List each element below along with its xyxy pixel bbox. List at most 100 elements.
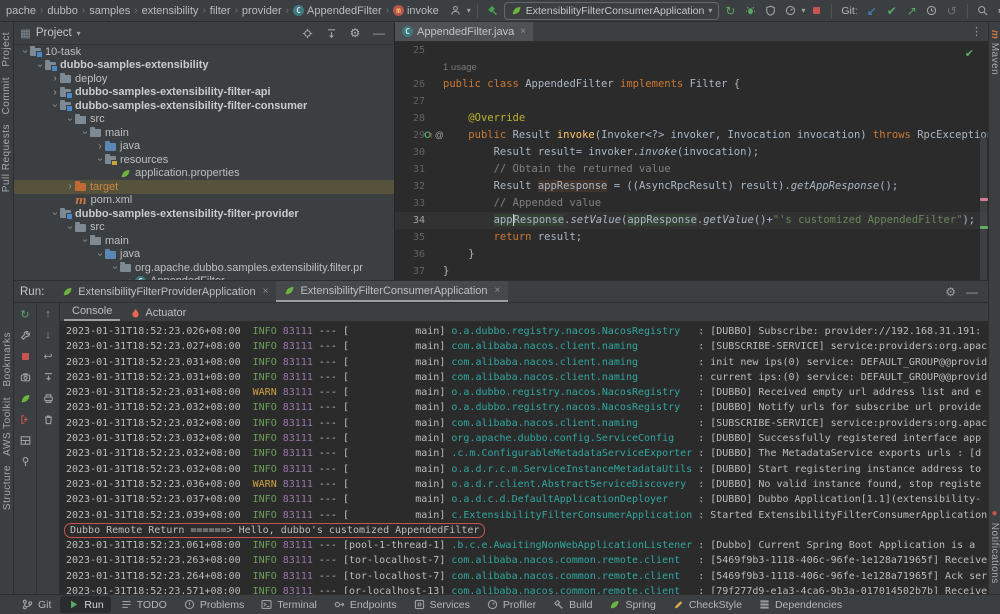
chevron-expanded-icon[interactable]: › [65,222,76,232]
toolwindow-button-services[interactable]: Services [406,596,477,613]
coverage-icon[interactable] [761,2,779,19]
tree-item-resources[interactable]: ›resources [14,153,394,167]
rollback-icon[interactable]: ↺ [943,2,961,19]
breadcrumb-item-invoke[interactable]: minvoke [391,5,441,17]
breadcrumb-item-samples[interactable]: samples [87,5,132,17]
wrench-icon[interactable] [17,328,33,342]
tab-maven[interactable]: m Maven [989,30,1000,75]
chevron-down-icon[interactable]: ▾ [467,6,471,15]
breadcrumb-item-extensibility[interactable]: extensibility [140,5,201,17]
search-icon[interactable] [974,2,992,19]
up-icon[interactable]: ↑ [40,307,56,321]
toolwindow-button-git[interactable]: Git [14,596,58,613]
usages-hint[interactable]: 1 usage [395,59,988,76]
tree-item-dubbo-samples-extensibility-filter-api[interactable]: ›dubbo-samples-extensibility-filter-api [14,86,394,100]
settings-icon[interactable]: ⚙ [945,285,956,299]
tree-item-pom-xml[interactable]: mpom.xml [14,194,394,208]
toolwindow-button-checkstyle[interactable]: CheckStyle [665,596,749,613]
chevron-down-icon[interactable]: ▾ [801,6,805,15]
chevron-expanded-icon[interactable]: › [65,114,76,124]
tab-actuator[interactable]: Actuator [122,307,194,321]
collapse-all-icon[interactable] [322,25,340,42]
pin-icon[interactable] [17,454,33,468]
breadcrumb-item-filter[interactable]: filter [208,5,233,17]
override-method-gutter-icon[interactable]: O↑@ [425,127,443,144]
breadcrumb-item-provider[interactable]: provider [240,5,284,17]
toolwindow-button-run[interactable]: Run [60,596,110,613]
close-icon[interactable]: × [520,26,526,37]
tree-item-dubbo-samples-extensibility[interactable]: ›dubbo-samples-extensibility [14,59,394,73]
tree-item-dubbo-samples-extensibility-filter-provider[interactable]: ›dubbo-samples-extensibility-filter-prov… [14,207,394,221]
inspections-ok-icon[interactable]: ✔ [965,46,974,63]
stop-icon[interactable] [17,349,33,363]
chevron-expanded-icon[interactable]: › [50,209,61,219]
chevron-expanded-icon[interactable]: › [50,101,61,111]
return-icon[interactable]: ↩ [40,349,56,363]
code-area[interactable]: 251 usage26public class AppendedFilter i… [395,42,988,280]
chevron-expanded-icon[interactable]: › [20,47,31,57]
breadcrumb-item-dubbo[interactable]: dubbo [45,5,80,17]
tab-console[interactable]: Console [64,305,120,321]
toolwindow-button-build[interactable]: Build [545,596,599,613]
rerun-icon[interactable]: ↻ [721,2,739,19]
hide-icon[interactable]: — [370,25,388,42]
close-icon[interactable]: × [495,285,501,296]
tree-item-main[interactable]: ›main [14,126,394,140]
profiler-icon[interactable] [781,2,799,19]
run-tab-extensibilityfilterproviderapplication[interactable]: ExtensibilityFilterProviderApplication× [54,281,276,302]
print-icon[interactable] [40,391,56,405]
rerun-icon[interactable]: ↻ [17,307,33,321]
user-icon[interactable] [447,2,465,19]
tree-item-10-task[interactable]: ›10-task [14,45,394,59]
chevron-expanded-icon[interactable]: › [110,263,121,273]
chevron-collapsed-icon[interactable]: › [50,87,60,98]
chevron-expanded-icon[interactable]: › [80,236,91,246]
settings-icon[interactable]: ⚙ [346,25,364,42]
history-icon[interactable] [923,2,941,19]
debug-icon[interactable] [741,2,759,19]
clear-icon[interactable] [40,412,56,426]
tree-item-dubbo-samples-extensibility-filter-consumer[interactable]: ›dubbo-samples-extensibility-filter-cons… [14,99,394,113]
chevron-collapsed-icon[interactable]: › [50,73,60,84]
toolwindow-button-problems[interactable]: Problems [176,596,251,613]
layout-icon[interactable] [17,433,33,447]
tree-item-java[interactable]: ›java [14,248,394,262]
breadcrumb-item-appendedfilter[interactable]: CAppendedFilter [291,5,384,17]
tree-item-application-properties[interactable]: application.properties [14,167,394,181]
build-hammer-icon[interactable] [484,2,502,19]
stop-icon[interactable] [807,2,825,19]
tab-aws-toolkit[interactable]: AWS Toolkit [2,397,13,456]
tab-commit[interactable]: Commit [1,77,12,114]
console-output[interactable]: 2023-01-31T18:52:23.026+08:00 INFO 83111… [60,322,988,595]
tree-item-deploy[interactable]: ›deploy [14,72,394,86]
tree-item-java[interactable]: ›java [14,140,394,154]
tree-item-src[interactable]: ›src [14,113,394,127]
tree-item-org-apache-dubbo-samples-extensibility-filter-pr[interactable]: ›org.apache.dubbo.samples.extensibility.… [14,261,394,275]
toolwindow-button-todo[interactable]: TODO [113,596,174,613]
tab-notifications[interactable]: ● Notifications [989,508,1000,584]
tree-item-main[interactable]: ›main [14,234,394,248]
run-tab-extensibilityfilterconsumerapplication[interactable]: ExtensibilityFilterConsumerApplication× [276,281,508,302]
scroll-end-icon[interactable] [40,370,56,384]
push-icon[interactable]: ↗ [903,2,921,19]
tab-pull-requests[interactable]: Pull Requests [1,124,12,192]
settings-icon[interactable]: ⚙ [994,2,1000,19]
breadcrumb-item-pache[interactable]: pache [4,5,38,17]
tab-project[interactable]: Project [1,32,12,67]
toolwindow-button-profiler[interactable]: Profiler [479,596,543,613]
down-icon[interactable]: ↓ [40,328,56,342]
toolwindow-button-spring[interactable]: Spring [601,596,662,613]
editor-tab-appendedfilter[interactable]: C AppendedFilter.java × [395,22,533,41]
hide-panel-icon[interactable]: — [966,285,978,299]
tab-bookmarks[interactable]: Bookmarks [2,332,13,387]
chevron-expanded-icon[interactable]: › [95,155,106,165]
update-icon[interactable]: ↙ [863,2,881,19]
chevron-expanded-icon[interactable]: › [95,249,106,259]
locate-icon[interactable] [298,25,316,42]
project-panel-title[interactable]: ▦Project▾ [20,26,81,40]
toolwindow-button-endpoints[interactable]: Endpoints [326,596,404,613]
chevron-collapsed-icon[interactable]: › [65,181,75,192]
editor-scrollbar[interactable] [980,137,987,280]
tree-item-target[interactable]: ›target [14,180,394,194]
chevron-expanded-icon[interactable]: › [80,128,91,138]
